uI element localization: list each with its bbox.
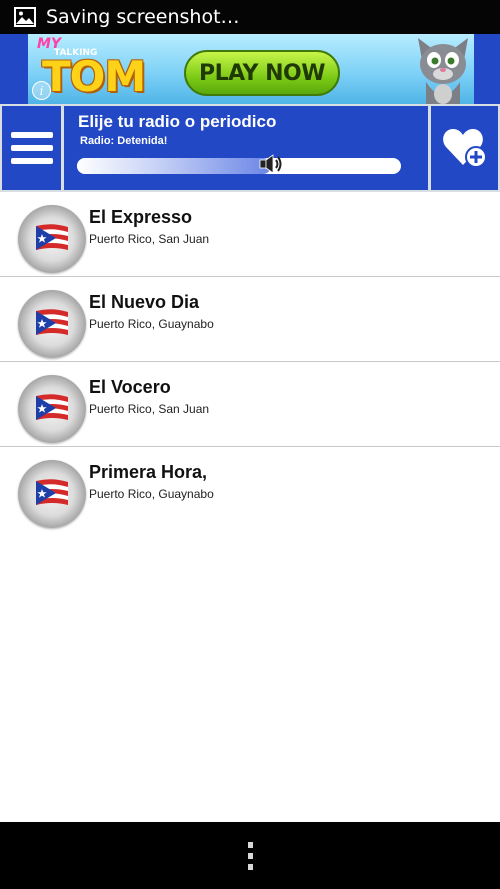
overflow-menu-icon[interactable] (247, 841, 253, 870)
app-screen: Saving screenshot… MY TALKING TOM PLAY N… (0, 0, 500, 889)
image-icon (14, 7, 36, 27)
ad-banner[interactable]: MY TALKING TOM PLAY NOW i (28, 34, 474, 104)
add-favorite-button[interactable] (431, 106, 498, 190)
overflow-dot (247, 841, 253, 848)
volume-slider-fill (77, 158, 271, 174)
station-location: Puerto Rico, Guaynabo (89, 487, 214, 501)
speaker-icon[interactable] (259, 152, 283, 176)
station-list: El Expresso Puerto Rico, San Juan El Nue… (0, 192, 500, 532)
status-bar: Saving screenshot… (0, 0, 500, 34)
puerto-rico-flag-icon (36, 309, 68, 335)
station-name: Primera Hora, (89, 462, 208, 482)
hamburger-menu-icon (10, 132, 53, 138)
info-icon[interactable]: i (32, 81, 51, 100)
hamburger-line (10, 145, 53, 151)
navigation-bar (0, 822, 500, 889)
heart-plus-icon (442, 129, 487, 168)
puerto-rico-flag-icon (36, 394, 68, 420)
station-avatar (18, 205, 86, 273)
puerto-rico-flag-icon (36, 479, 68, 505)
station-avatar (18, 460, 86, 528)
station-location: Puerto Rico, Guaynabo (89, 317, 214, 331)
station-location: Puerto Rico, San Juan (89, 402, 210, 416)
overflow-dot (247, 852, 253, 859)
list-item[interactable]: El Expresso Puerto Rico, San Juan (0, 192, 500, 277)
list-item[interactable]: El Vocero Puerto Rico, San Juan (0, 362, 500, 447)
hamburger-line (10, 158, 53, 164)
station-location: Puerto Rico, San Juan (89, 232, 210, 246)
ad-brand-tom: TOM (42, 52, 146, 101)
station-name: El Vocero (89, 377, 171, 397)
menu-button[interactable] (2, 106, 61, 190)
talking-tom-cat-icon (418, 38, 468, 104)
player-header: Elije tu radio o periodico Radio: Deteni… (0, 104, 500, 192)
list-item[interactable]: El Nuevo Dia Puerto Rico, Guaynabo (0, 277, 500, 362)
ad-banner-container: MY TALKING TOM PLAY NOW i (0, 34, 500, 104)
list-item[interactable]: Primera Hora, Puerto Rico, Guaynabo (0, 447, 500, 532)
player-title: Elije tu radio o periodico (78, 112, 277, 131)
player-status: Radio: Detenida! (80, 135, 168, 147)
play-now-button[interactable]: PLAY NOW (184, 50, 340, 96)
station-name: El Expresso (89, 207, 193, 227)
status-text: Saving screenshot… (46, 6, 240, 28)
overflow-dot (247, 863, 253, 870)
player-panel: Elije tu radio o periodico Radio: Deteni… (64, 106, 428, 190)
station-avatar (18, 290, 86, 358)
puerto-rico-flag-icon (36, 224, 68, 250)
station-name: El Nuevo Dia (89, 292, 200, 312)
station-avatar (18, 375, 86, 443)
volume-slider[interactable] (77, 154, 401, 174)
